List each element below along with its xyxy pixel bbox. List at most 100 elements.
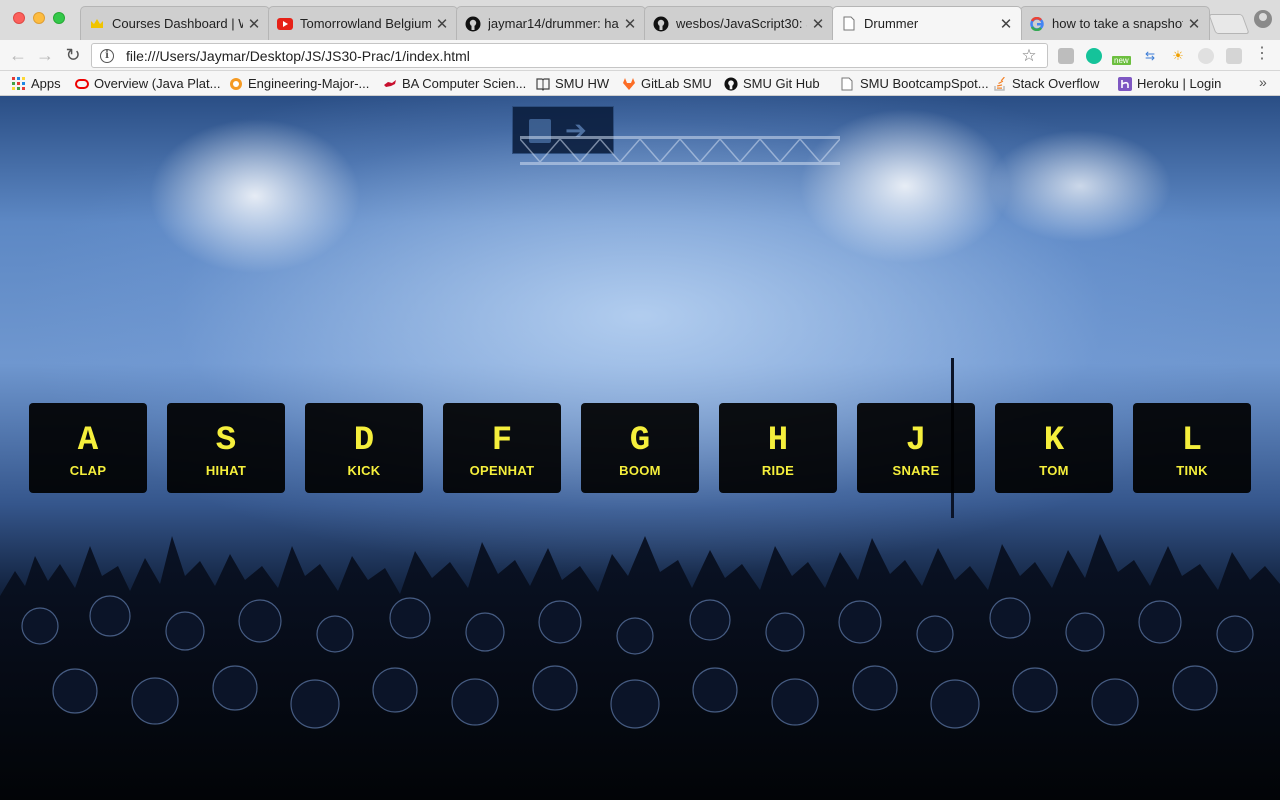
drum-key-snare[interactable]: J SNARE (857, 403, 975, 493)
github-icon (465, 16, 481, 32)
key-letter: F (491, 422, 513, 460)
transfer-arrows-icon[interactable]: ⇆ (1142, 48, 1158, 64)
oracle-icon (75, 77, 89, 91)
bookmark-label: SMU BootcampSpot... (860, 76, 989, 91)
bookmark-java-overview[interactable]: Overview (Java Plat... (75, 75, 220, 92)
tab-title: Tomorrowland Belgium (300, 16, 431, 31)
drum-key-boom[interactable]: G BOOM (581, 403, 699, 493)
key-sound-label: TINK (1176, 463, 1208, 478)
drum-key-tink[interactable]: L TINK (1133, 403, 1251, 493)
grammarly-icon[interactable] (1086, 48, 1102, 64)
key-letter: H (767, 422, 789, 460)
more-bookmarks-icon[interactable]: » (1259, 74, 1267, 90)
orange-circle-icon (229, 77, 243, 91)
bookmark-label: Overview (Java Plat... (94, 76, 221, 91)
key-letter: A (77, 422, 99, 460)
bookmark-label: BA Computer Scien... (402, 76, 527, 91)
drum-kit-page: ➔ A CLAP S HIHAT D KICK F OPENHAT G BOOM… (0, 96, 1280, 800)
stage-truss-image (520, 136, 840, 165)
drum-key-tom[interactable]: K TOM (995, 403, 1113, 493)
reload-icon[interactable]: ↻ (61, 44, 85, 66)
forward-icon[interactable]: → (33, 44, 57, 66)
extension-circle-icon[interactable] (1198, 48, 1214, 64)
stackoverflow-icon (993, 76, 1007, 91)
tab-title: jaymar14/drummer: hav (488, 16, 619, 31)
key-sound-label: KICK (347, 463, 381, 478)
extension-new-icon[interactable]: new (1112, 48, 1132, 65)
bookmark-label: GitLab SMU (641, 76, 712, 91)
new-tab-button[interactable] (1208, 14, 1250, 34)
back-icon[interactable]: ← (6, 44, 30, 66)
crowd-silhouette-image (0, 534, 1280, 800)
tab-drummer-active[interactable]: Drummer ✕ (832, 6, 1022, 40)
bookmark-smu-hw[interactable]: SMU HW (536, 75, 609, 92)
tab-title: how to take a snapshot (1052, 16, 1183, 31)
menu-icon[interactable]: ⋮ (1254, 44, 1270, 64)
bookmark-label: Engineering-Major-... (248, 76, 370, 91)
bookmark-label: SMU HW (555, 76, 610, 91)
close-icon[interactable]: ✕ (811, 15, 825, 33)
key-letter: D (353, 422, 375, 460)
browser-toolbar: ← → ↻ i file:///Users/Jaymar/Desktop/JS/… (0, 40, 1280, 71)
key-sound-label: OPENHAT (469, 463, 535, 478)
tab-javascript30-repo[interactable]: wesbos/JavaScript30: S ✕ (644, 6, 834, 40)
bookmark-apps[interactable]: Apps (12, 75, 61, 92)
drum-key-clap[interactable]: A CLAP (29, 403, 147, 493)
crown-icon (89, 16, 105, 32)
document-icon (841, 16, 857, 32)
profile-icon[interactable] (1254, 10, 1272, 28)
key-letter: J (905, 422, 927, 460)
key-sound-label: RIDE (761, 463, 795, 478)
address-bar[interactable]: i file:///Users/Jaymar/Desktop/JS/JS30-P… (91, 43, 1048, 68)
window-maximize-button[interactable] (53, 12, 65, 24)
bookmark-heroku-login[interactable]: Heroku | Login (1118, 75, 1221, 92)
extension-icon[interactable] (1058, 48, 1074, 64)
mustang-icon (383, 77, 397, 91)
bookmark-label: SMU Git Hub (743, 76, 820, 91)
info-icon[interactable]: i (100, 48, 114, 63)
weather-icon[interactable]: ☀ (1170, 48, 1186, 64)
tab-courses-dashboard[interactable]: Courses Dashboard | W ✕ (80, 6, 270, 40)
tab-tomorrowland[interactable]: Tomorrowland Belgium ✕ (268, 6, 458, 40)
bookmark-label: Heroku | Login (1137, 76, 1222, 91)
tab-drummer-repo[interactable]: jaymar14/drummer: hav ✕ (456, 6, 646, 40)
key-sound-label: BOOM (619, 463, 661, 478)
extension-es-icon[interactable] (1226, 48, 1242, 64)
url-text[interactable]: file:///Users/Jaymar/Desktop/JS/JS30-Pra… (126, 48, 1019, 64)
key-sound-label: CLAP (69, 463, 107, 478)
bookmark-gitlab-smu[interactable]: GitLab SMU (622, 75, 712, 92)
bookmark-smu-github[interactable]: SMU Git Hub (724, 75, 820, 92)
bookmark-stack-overflow[interactable]: Stack Overflow (993, 75, 1099, 92)
window-close-button[interactable] (13, 12, 25, 24)
close-icon[interactable]: ✕ (623, 15, 637, 33)
close-icon[interactable]: ✕ (247, 15, 261, 33)
drum-key-openhat[interactable]: F OPENHAT (443, 403, 561, 493)
bookmark-ba-computer-science[interactable]: BA Computer Scien... (383, 75, 526, 92)
bookmark-label: Apps (31, 76, 61, 91)
window-minimize-button[interactable] (33, 12, 45, 24)
google-icon (1029, 16, 1045, 32)
tab-title: Courses Dashboard | W (112, 16, 243, 31)
github-icon (653, 16, 669, 32)
drum-key-kick[interactable]: D KICK (305, 403, 423, 493)
heroku-icon (1118, 76, 1132, 91)
key-sound-label: SNARE (892, 463, 940, 478)
tab-title: wesbos/JavaScript30: S (676, 16, 807, 31)
bookmark-star-icon[interactable]: ☆ (1019, 46, 1039, 66)
bookmark-engineering-major[interactable]: Engineering-Major-... (229, 75, 369, 92)
close-icon[interactable]: ✕ (999, 15, 1013, 33)
tab-google-search[interactable]: how to take a snapshot ✕ (1020, 6, 1210, 40)
key-sound-label: TOM (1039, 463, 1069, 478)
bookmark-smu-bootcampspot[interactable]: SMU BootcampSpot... (841, 75, 989, 92)
close-icon[interactable]: ✕ (435, 15, 449, 33)
key-letter: G (629, 422, 651, 460)
close-icon[interactable]: ✕ (1187, 15, 1201, 33)
drum-key-hihat[interactable]: S HIHAT (167, 403, 285, 493)
gitlab-icon (622, 77, 636, 91)
apps-grid-icon (12, 76, 26, 91)
tab-title: Drummer (864, 16, 919, 31)
key-letter: L (1181, 422, 1203, 460)
drum-key-ride[interactable]: H RIDE (719, 403, 837, 493)
key-sound-label: HIHAT (205, 463, 247, 478)
new-badge: new (1112, 56, 1131, 65)
